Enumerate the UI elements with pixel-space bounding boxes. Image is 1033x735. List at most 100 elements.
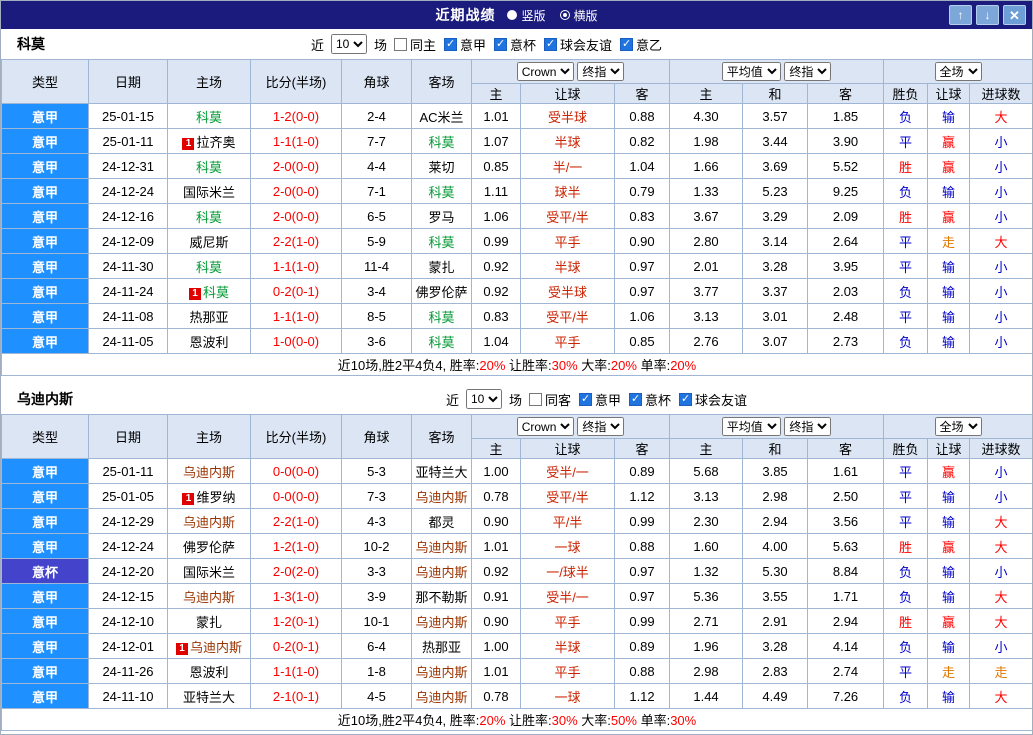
avg-home-cell: 1.96 bbox=[669, 633, 744, 659]
avg-home-cell: 3.67 bbox=[669, 203, 744, 229]
avg-home-cell: 2.30 bbox=[669, 508, 744, 534]
average-select[interactable]: 平均值 bbox=[721, 62, 781, 81]
away-team-cell: 莱切 bbox=[411, 153, 472, 179]
goals-result-cell: 小 bbox=[969, 303, 1032, 329]
checkbox-label: 同主 bbox=[409, 37, 436, 53]
filter-checkbox[interactable]: 球会友谊 bbox=[544, 35, 612, 54]
avg-draw-cell: 3.28 bbox=[742, 253, 809, 279]
date-cell: 24-11-30 bbox=[88, 253, 168, 279]
avg-draw-cell: 3.29 bbox=[742, 203, 809, 229]
col-handicap-result: 让球 bbox=[927, 83, 971, 104]
down-button[interactable]: ↓ bbox=[976, 5, 999, 25]
col-odds-away: 客 bbox=[613, 83, 671, 104]
avg-away-cell: 3.90 bbox=[807, 128, 885, 154]
section-udinese: 乌迪内斯 近 10 场 同客意甲意杯球会友谊 类型 日期 bbox=[1, 384, 1032, 731]
checkbox-icon bbox=[393, 37, 407, 51]
home-odds-cell: 0.99 bbox=[471, 228, 521, 254]
filter-checkbox[interactable]: 意乙 bbox=[620, 35, 662, 54]
summary-label: 大率: bbox=[577, 713, 611, 728]
home-odds-cell: 1.07 bbox=[471, 128, 521, 154]
goals-result-cell: 小 bbox=[969, 328, 1032, 354]
handicap-cell: 平手 bbox=[520, 228, 615, 254]
away-team-cell: 佛罗伦萨 bbox=[411, 278, 472, 304]
avg-home-cell: 3.13 bbox=[669, 303, 744, 329]
match-row: 意甲 25-01-11 1 拉齐奥 1-1(1-0) 7-7 科莫 1.07 半球 0.82 1.9… bbox=[1, 128, 1032, 154]
result-cell: 负 bbox=[883, 583, 929, 609]
away-team-cell: 科莫 bbox=[411, 303, 472, 329]
match-rows-udinese: 意甲 25-01-11 乌迪内斯 0-0(0-0) 5-3 亚特兰大 1.00 受半/一 0.8… bbox=[1, 458, 1032, 709]
match-count-select[interactable]: 10 bbox=[330, 34, 367, 54]
away-team-cell: 乌迪内斯 bbox=[411, 608, 472, 634]
bookmaker-select[interactable]: Crown bbox=[516, 417, 574, 436]
layout-radio-selected[interactable]: 横版 bbox=[559, 7, 598, 24]
home-team-cell: 国际米兰 bbox=[167, 558, 251, 584]
average-group-header: 平均值 终指 bbox=[669, 414, 885, 439]
odds-index-select[interactable]: 终指 bbox=[577, 62, 625, 81]
league-type-cell: 意甲 bbox=[1, 253, 89, 279]
scope-select[interactable]: 全场 bbox=[934, 62, 982, 81]
filter-checkbox[interactable]: 意甲 bbox=[443, 35, 486, 54]
corners-cell: 2-4 bbox=[341, 103, 412, 129]
filter-checkbox[interactable]: 同客 bbox=[528, 390, 571, 409]
handicap-result-cell: 赢 bbox=[927, 153, 971, 179]
checkbox-icon bbox=[629, 392, 643, 406]
table-controls-como: 科莫 近 10 场 同主 意甲 意杯 球会友谊 意乙 bbox=[1, 29, 1032, 59]
avg-away-cell: 2.50 bbox=[807, 483, 885, 509]
date-cell: 25-01-15 bbox=[88, 103, 168, 129]
average-index-select[interactable]: 终指 bbox=[784, 417, 832, 436]
col-score: 比分(半场) bbox=[250, 414, 342, 459]
average-index-select[interactable]: 终指 bbox=[784, 62, 832, 81]
away-team-cell: 乌迪内斯 bbox=[411, 533, 472, 559]
checkbox-label: 意乙 bbox=[636, 37, 663, 53]
scope-select[interactable]: 全场 bbox=[934, 417, 982, 436]
col-date: 日期 bbox=[88, 59, 168, 104]
handicap-result-cell: 输 bbox=[927, 483, 971, 509]
handicap-result-cell: 输 bbox=[927, 508, 971, 534]
away-odds-cell: 0.82 bbox=[613, 128, 671, 154]
home-odds-cell: 1.01 bbox=[471, 103, 521, 129]
home-odds-cell: 0.78 bbox=[471, 483, 521, 509]
games-label: 场 bbox=[508, 392, 522, 408]
filter-checkbox[interactable]: 意杯 bbox=[494, 35, 536, 54]
match-rows-como: 意甲 25-01-15 科莫 1-2(0-0) 2-4 AC米兰 1.01 受半球 0.88 4.… bbox=[1, 103, 1032, 354]
team-name-text: 科莫 bbox=[195, 109, 222, 125]
score-cell: 2-0(0-0) bbox=[250, 203, 342, 229]
avg-away-cell: 2.73 bbox=[807, 328, 885, 354]
layout-radio-option[interactable]: 竖版 bbox=[507, 7, 546, 24]
corners-cell: 4-4 bbox=[341, 153, 412, 179]
filter-checkbox[interactable]: 意甲 bbox=[579, 390, 621, 409]
scope-group-header: 全场 bbox=[883, 59, 1032, 84]
red-card-badge: 1 bbox=[175, 642, 188, 655]
up-button[interactable]: ↑ bbox=[949, 5, 972, 25]
away-team-cell: AC米兰 bbox=[411, 103, 472, 129]
match-row: 意甲 24-11-08 热那亚 1-1(1-0) 8-5 科莫 0.83 受平/半 1.06 3.… bbox=[1, 303, 1032, 329]
match-count-select[interactable]: 10 bbox=[465, 389, 502, 409]
handicap-cell: 平/半 bbox=[520, 508, 615, 534]
filter-checkbox[interactable]: 同主 bbox=[393, 35, 436, 54]
home-team-cell: 威尼斯 bbox=[167, 228, 251, 254]
filter-checkbox[interactable]: 球会友谊 bbox=[679, 390, 747, 409]
col-avg-home: 主 bbox=[669, 438, 744, 459]
handicap-cell: 平手 bbox=[520, 328, 615, 354]
odds-index-select[interactable]: 终指 bbox=[577, 417, 625, 436]
bookmaker-select[interactable]: Crown bbox=[516, 62, 574, 81]
away-team-cell: 罗马 bbox=[411, 203, 472, 229]
close-button[interactable]: ✕ bbox=[1003, 5, 1026, 25]
goals-result-cell: 大 bbox=[969, 533, 1032, 559]
home-team-cell: 乌迪内斯 bbox=[167, 458, 251, 484]
team-name-text: 恩波利 bbox=[189, 334, 229, 350]
date-cell: 24-12-09 bbox=[88, 228, 168, 254]
avg-draw-cell: 3.55 bbox=[742, 583, 809, 609]
score-cell: 2-0(0-0) bbox=[250, 178, 342, 204]
home-team-cell: 科莫 bbox=[167, 153, 251, 179]
average-select[interactable]: 平均值 bbox=[721, 417, 781, 436]
goals-result-cell: 小 bbox=[969, 253, 1032, 279]
goals-result-cell: 大 bbox=[969, 608, 1032, 634]
avg-away-cell: 3.56 bbox=[807, 508, 885, 534]
score-cell: 2-0(2-0) bbox=[250, 558, 342, 584]
avg-draw-cell: 5.23 bbox=[742, 178, 809, 204]
col-avg-away: 客 bbox=[807, 83, 885, 104]
home-team-cell: 科莫 bbox=[167, 103, 251, 129]
filter-checkbox[interactable]: 意杯 bbox=[629, 390, 671, 409]
league-type-cell: 意甲 bbox=[1, 153, 89, 179]
